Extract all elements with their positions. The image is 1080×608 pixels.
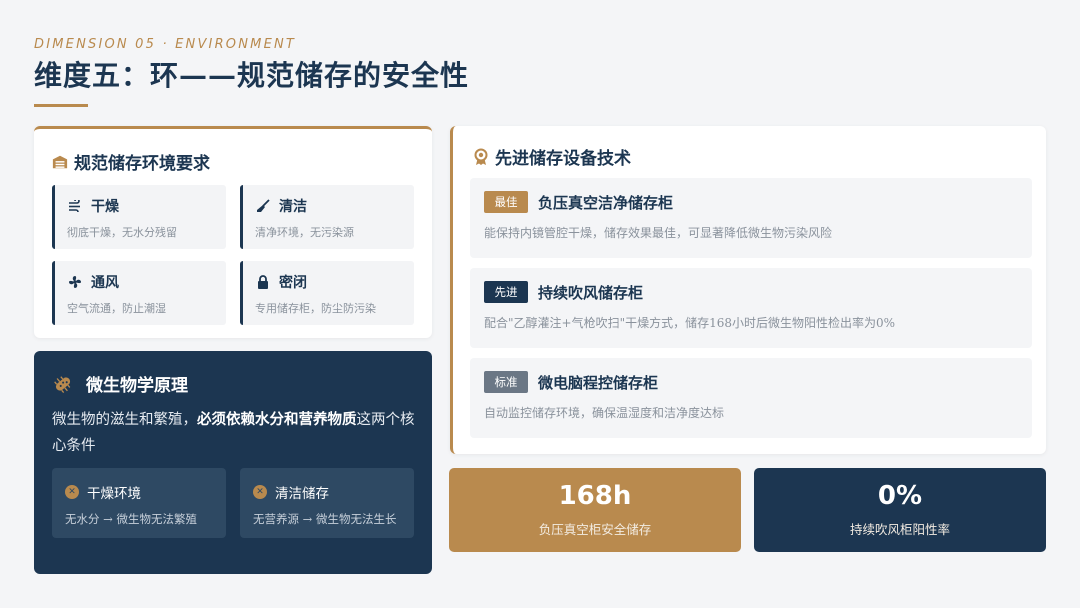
badge-advanced: 先进 [484, 281, 528, 303]
stat-label: 持续吹风柜阳性率 [849, 522, 950, 537]
env-item-dry: 干燥 彻底干燥，无水分残留 [52, 185, 226, 249]
micro-box-desc: 无营养源 → 微生物无法生长 [253, 512, 397, 526]
tech-item-desc: 自动监控储存环境，确保温湿度和洁净度达标 [484, 406, 725, 420]
badge-best: 最佳 [484, 191, 528, 213]
wind-icon [67, 198, 83, 214]
tech-item-desc: 能保持内镜管腔干燥，储存效果最佳，可显著降低微生物污染风险 [484, 226, 833, 240]
broom-icon [255, 198, 271, 214]
micro-card-title: 微生物学原理 [86, 376, 188, 396]
stat-label: 负压真空柜安全储存 [538, 522, 652, 537]
fan-icon [67, 274, 83, 290]
warehouse-icon [52, 154, 68, 170]
tech-item-negative-pressure: 最佳 负压真空洁净储存柜 能保持内镜管腔干燥，储存效果最佳，可显著降低微生物污染… [470, 178, 1032, 258]
tech-item-microcomputer: 标准 微电脑程控储存柜 自动监控储存环境，确保温湿度和洁净度达标 [470, 358, 1032, 438]
tech-card-header: 先进储存设备技术 [473, 144, 631, 169]
env-card-header: 规范储存环境要求 [52, 149, 210, 174]
page-title: 维度五：环——规范储存的安全性 [34, 59, 470, 92]
micro-card-header: 微生物学原理 [52, 371, 188, 396]
micro-box-desc: 无水分 → 微生物无法繁殖 [65, 512, 197, 526]
env-item-label: 密闭 [279, 275, 307, 291]
tech-item-continuous-air: 先进 持续吹风储存柜 配合"乙醇灌注+气枪吹扫"干燥方式，储存168小时后微生物… [470, 268, 1032, 348]
env-item-clean: 清洁 清净环境，无污染源 [240, 185, 414, 249]
micro-card-text: 微生物的滋生和繁殖，必须依赖水分和营养物质这两个核心条件 [52, 411, 415, 454]
subtitle-en: DIMENSION 05 · ENVIRONMENT [34, 37, 297, 52]
env-item-desc: 专用储存柜，防尘防污染 [255, 302, 376, 315]
stat-value: 0% [877, 481, 923, 511]
tech-item-label: 微电脑程控储存柜 [538, 373, 659, 392]
env-item-label: 通风 [91, 275, 119, 291]
env-item-sealed: 密闭 专用储存柜，防尘防污染 [240, 261, 414, 325]
micro-box-clean: ✕ 清洁储存 无营养源 → 微生物无法生长 [240, 468, 414, 538]
tech-item-desc: 配合"乙醇灌注+气枪吹扫"干燥方式，储存168小时后微生物阳性检出率为0% [484, 316, 896, 330]
micro-card: 微生物学原理 微生物的滋生和繁殖，必须依赖水分和营养物质这两个核心条件 ✕ 干燥… [34, 351, 432, 574]
stat-value: 168h [558, 481, 632, 511]
env-card: 规范储存环境要求 干燥 彻底干燥，无水分残留 清洁 清净环境，无污染源 通风 空… [34, 126, 432, 338]
env-item-ventilate: 通风 空气流通，防止潮湿 [52, 261, 226, 325]
x-circle-icon: ✕ [253, 485, 267, 499]
award-icon [473, 148, 489, 165]
badge-standard: 标准 [484, 371, 528, 393]
env-item-desc: 彻底干燥，无水分残留 [67, 226, 177, 239]
env-card-title: 规范储存环境要求 [74, 154, 210, 174]
micro-box-dry: ✕ 干燥环境 无水分 → 微生物无法繁殖 [52, 468, 226, 538]
env-item-label: 清洁 [279, 199, 307, 215]
tech-item-label: 负压真空洁净储存柜 [538, 193, 674, 212]
stat-safe-storage: 168h 负压真空柜安全储存 [449, 468, 741, 552]
env-item-label: 干燥 [91, 199, 119, 215]
bacteria-icon [52, 373, 74, 395]
x-circle-icon: ✕ [65, 485, 79, 499]
env-item-desc: 清净环境，无污染源 [255, 226, 354, 239]
tech-card-title: 先进储存设备技术 [495, 149, 631, 169]
micro-box-label: 清洁储存 [275, 486, 329, 502]
env-item-desc: 空气流通，防止潮湿 [67, 302, 166, 315]
tech-item-label: 持续吹风储存柜 [538, 283, 644, 302]
title-rule [34, 104, 88, 107]
stat-positive-rate: 0% 持续吹风柜阳性率 [754, 468, 1046, 552]
lock-icon [255, 274, 271, 290]
tech-card: 先进储存设备技术 最佳 负压真空洁净储存柜 能保持内镜管腔干燥，储存效果最佳，可… [450, 126, 1046, 454]
micro-box-label: 干燥环境 [87, 486, 141, 502]
